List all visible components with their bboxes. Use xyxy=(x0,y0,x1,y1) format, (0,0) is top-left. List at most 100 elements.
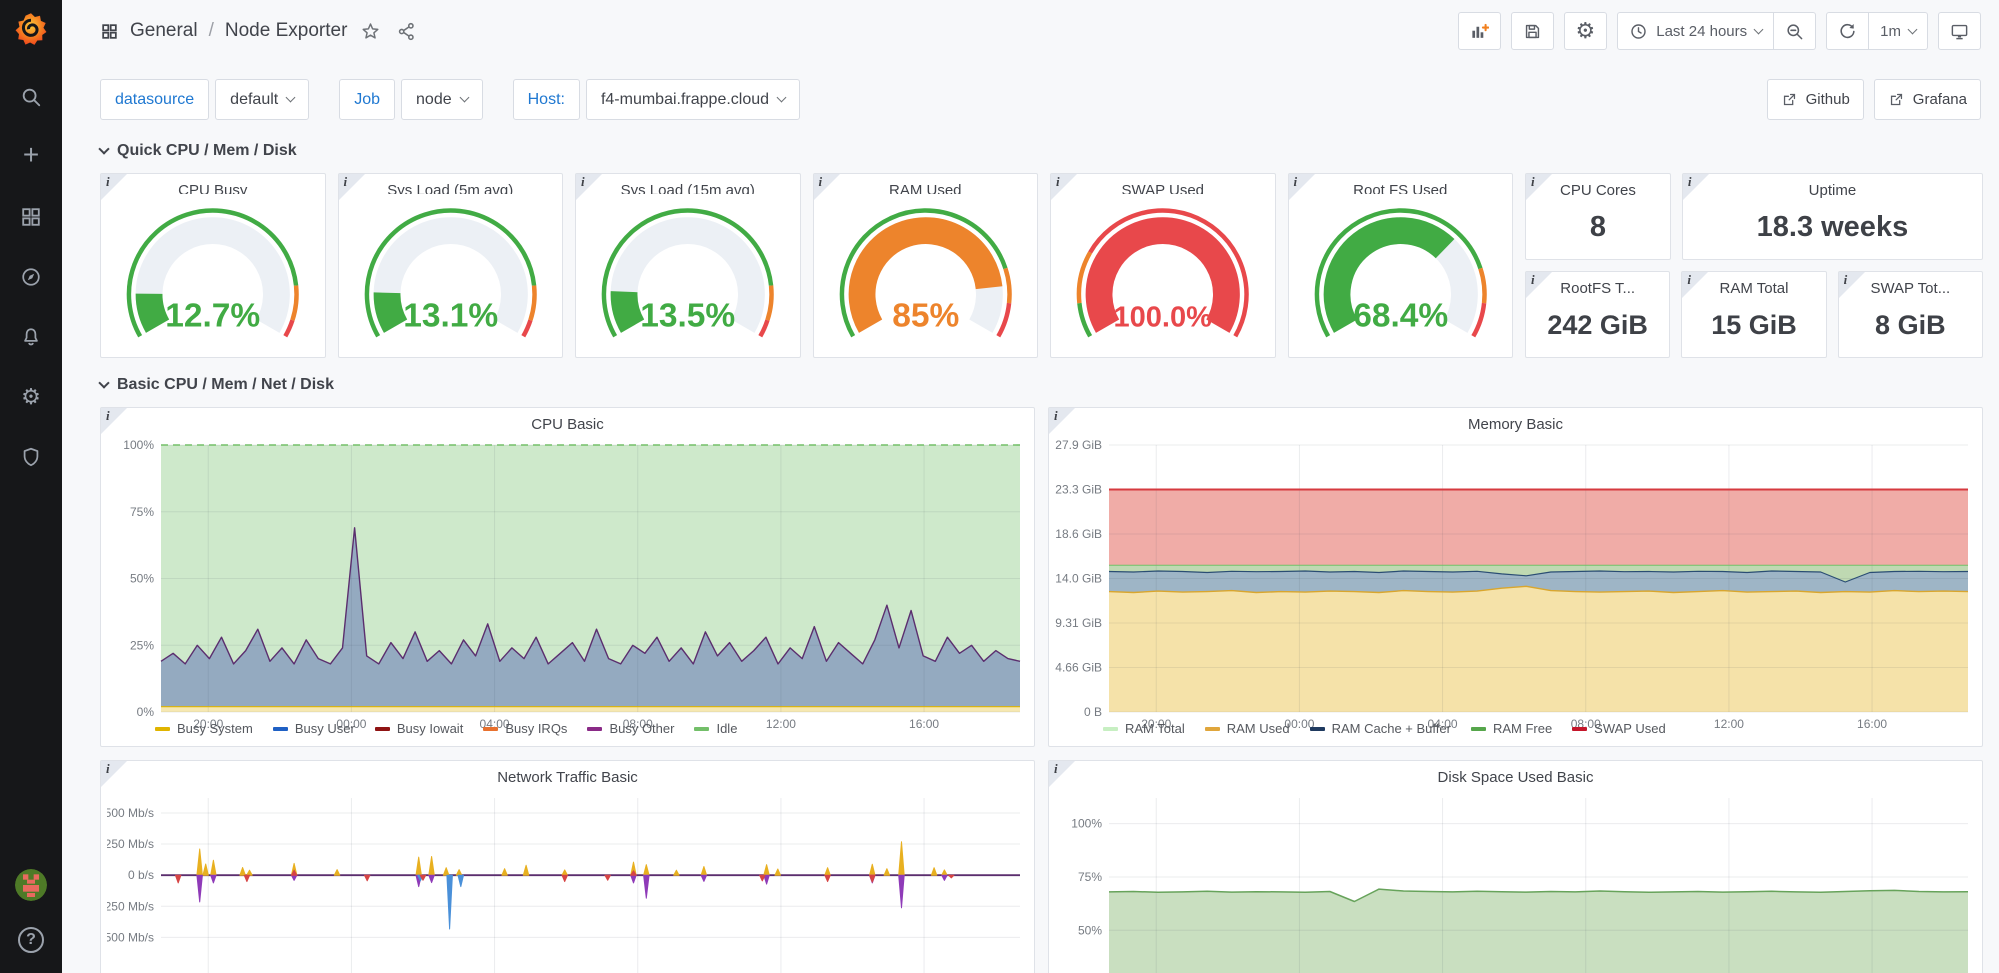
panel-info-corner[interactable]: i xyxy=(1683,174,1709,200)
panel-title[interactable]: Memory Basic xyxy=(1049,408,1982,433)
panel-info-corner[interactable]: i xyxy=(1682,272,1708,298)
ram-used-gauge: 85% xyxy=(814,194,1038,357)
svg-text:75%: 75% xyxy=(130,505,154,519)
panel-cpu-cores: i CPU Cores 8 xyxy=(1525,173,1671,260)
share-icon[interactable] xyxy=(394,19,419,44)
panel-memory-basic: i Memory Basic 0 B4.66 GiB9.31 GiB14.0 G… xyxy=(1048,407,1983,747)
chevron-down-icon xyxy=(98,377,109,388)
row-basic-cpu-mem-net-disk[interactable]: Basic CPU / Mem / Net / Disk xyxy=(100,376,1983,394)
panel-info-corner[interactable]: i xyxy=(101,761,127,787)
breadcrumb: General / Node Exporter xyxy=(100,19,419,44)
panel-root-fs-used: i Root FS Used 68.4% xyxy=(1288,173,1514,358)
panel-title[interactable]: CPU Basic xyxy=(101,408,1034,433)
github-link[interactable]: Github xyxy=(1767,79,1864,120)
time-range-picker[interactable]: Last 24 hours xyxy=(1617,12,1774,50)
panel-info-corner[interactable]: i xyxy=(1049,408,1075,434)
panel-title[interactable]: Disk Space Used Basic xyxy=(1049,761,1982,786)
breadcrumb-section[interactable]: General xyxy=(130,20,198,42)
panel-network-traffic-basic: i Network Traffic Basic 500 Mb/s250 Mb/s… xyxy=(100,760,1035,973)
panel-title[interactable]: RAM Used xyxy=(814,174,1038,194)
server-admin-shield-icon[interactable] xyxy=(19,445,43,469)
svg-text:0%: 0% xyxy=(137,705,155,719)
legend-item[interactable]: Idle xyxy=(694,721,737,736)
user-avatar[interactable] xyxy=(15,869,47,901)
legend-color-chip xyxy=(1103,727,1118,731)
legend-item[interactable]: SWAP Used xyxy=(1572,721,1666,736)
configuration-gear-icon[interactable]: ⚙ xyxy=(19,385,43,409)
sidebar: + ⚙ xyxy=(0,0,62,973)
svg-text:12.7%: 12.7% xyxy=(165,297,260,334)
legend-item[interactable]: RAM Cache + Buffer xyxy=(1310,721,1451,736)
var-value-host[interactable]: f4-mumbai.frappe.cloud xyxy=(586,79,800,120)
panel-info-corner[interactable]: i xyxy=(339,174,365,200)
stat-value: 15 GiB xyxy=(1682,297,1825,357)
legend-label: RAM Total xyxy=(1125,721,1185,736)
tv-mode-button[interactable] xyxy=(1938,12,1981,50)
zoom-out-button[interactable] xyxy=(1774,12,1816,50)
toolbar: ⚙ Last 24 hours xyxy=(1458,12,1981,50)
panel-info-corner[interactable]: i xyxy=(576,174,602,200)
add-panel-button[interactable] xyxy=(1458,12,1501,50)
legend-item[interactable]: Busy System xyxy=(155,721,253,736)
panel-title[interactable]: Sys Load (15m avg) xyxy=(576,174,800,194)
sys-load-5m-gauge: 13.1% xyxy=(339,194,563,357)
legend-item[interactable]: Busy User xyxy=(273,721,355,736)
panel-info-corner[interactable]: i xyxy=(1526,272,1552,298)
explore-compass-icon[interactable] xyxy=(19,265,43,289)
panel-title[interactable]: Uptime xyxy=(1683,174,1982,199)
panel-title[interactable]: Sys Load (5m avg) xyxy=(339,174,563,194)
breadcrumb-page[interactable]: Node Exporter xyxy=(225,20,348,42)
row-quick-cpu-mem-disk[interactable]: Quick CPU / Mem / Disk xyxy=(100,142,1983,160)
svg-text:250 Mb/s: 250 Mb/s xyxy=(107,837,154,851)
legend-item[interactable]: Busy IRQs xyxy=(483,721,567,736)
legend-color-chip xyxy=(1471,727,1486,731)
panel-info-corner[interactable]: i xyxy=(1049,761,1075,787)
alerting-bell-icon[interactable] xyxy=(19,325,43,349)
var-value-job[interactable]: node xyxy=(401,79,483,120)
dashboard-area: Quick CPU / Mem / Disk i CPU Busy 12.7% … xyxy=(62,124,1999,973)
dashboard-settings-button[interactable]: ⚙ xyxy=(1564,12,1608,50)
var-value-datasource[interactable]: default xyxy=(215,79,309,120)
swap-used-gauge: 100.0% xyxy=(1051,194,1275,357)
help-icon[interactable]: ? xyxy=(18,927,44,953)
legend-label: RAM Free xyxy=(1493,721,1552,736)
legend-label: Busy Other xyxy=(609,721,674,736)
dashboards-icon[interactable] xyxy=(19,205,43,229)
panel-info-corner[interactable]: i xyxy=(1289,174,1315,200)
panel-title[interactable]: Network Traffic Basic xyxy=(101,761,1034,786)
panel-sys-load-5m: i Sys Load (5m avg) 13.1% xyxy=(338,173,564,358)
add-icon[interactable]: + xyxy=(19,145,43,169)
panel-info-corner[interactable]: i xyxy=(1839,272,1865,298)
grafana-logo[interactable] xyxy=(13,11,49,47)
refresh-button[interactable] xyxy=(1826,12,1869,50)
panel-info-corner[interactable]: i xyxy=(1526,174,1552,200)
panel-info-corner[interactable]: i xyxy=(101,174,127,200)
star-icon[interactable] xyxy=(358,19,383,44)
dashboard-grid-icon xyxy=(100,22,119,41)
panel-info-corner[interactable]: i xyxy=(101,408,127,434)
panel-title[interactable]: SWAP Used xyxy=(1051,174,1275,194)
svg-text:23.3 GiB: 23.3 GiB xyxy=(1055,483,1102,497)
network-traffic-basic-chart[interactable]: 500 Mb/s250 Mb/s0 b/s-250 Mb/s-500 Mb/s2… xyxy=(107,788,1028,973)
legend-item[interactable]: RAM Total xyxy=(1103,721,1185,736)
panel-title[interactable]: CPU Busy xyxy=(101,174,325,194)
panel-info-corner[interactable]: i xyxy=(1051,174,1077,200)
panel-title[interactable]: Root FS Used xyxy=(1289,174,1513,194)
legend-item[interactable]: Busy Iowait xyxy=(375,721,463,736)
save-dashboard-button[interactable] xyxy=(1511,12,1554,50)
grafana-link[interactable]: Grafana xyxy=(1874,79,1981,120)
cpu-basic-chart[interactable]: 0%25%50%75%100%20:0000:0004:0008:0012:00… xyxy=(107,435,1028,719)
stat-value: 242 GiB xyxy=(1526,297,1669,357)
disk-space-used-basic-chart[interactable]: 100%75%50%25%0%20:0000:0004:0008:0012:00… xyxy=(1055,788,1976,973)
legend-item[interactable]: RAM Used xyxy=(1205,721,1290,736)
search-icon[interactable] xyxy=(19,85,43,109)
legend-item[interactable]: RAM Free xyxy=(1471,721,1552,736)
legend-item[interactable]: Busy Other xyxy=(587,721,674,736)
refresh-interval-picker[interactable]: 1m xyxy=(1869,12,1928,50)
chart-legend: Busy System Busy User Busy Iowait Busy IRQs… xyxy=(101,719,1034,746)
legend-color-chip xyxy=(483,727,498,731)
svg-text:100.0%: 100.0% xyxy=(1113,301,1212,333)
root-fs-used-gauge: 68.4% xyxy=(1289,194,1513,357)
memory-basic-chart[interactable]: 0 B4.66 GiB9.31 GiB14.0 GiB18.6 GiB23.3 … xyxy=(1055,435,1976,719)
panel-info-corner[interactable]: i xyxy=(814,174,840,200)
